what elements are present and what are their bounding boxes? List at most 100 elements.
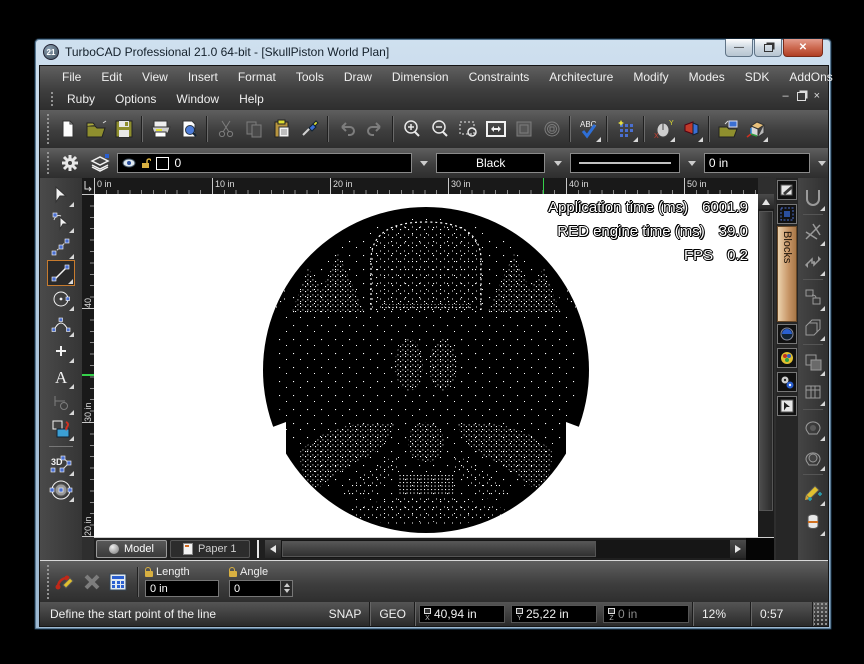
text-tool[interactable]: A — [47, 364, 75, 390]
snap-grid-icon[interactable] — [612, 115, 639, 143]
propbar-grip[interactable] — [46, 151, 50, 175]
snap-toggle[interactable]: SNAP — [321, 607, 370, 621]
linestyle-combo[interactable] — [570, 153, 680, 173]
extrude-tool[interactable] — [800, 312, 826, 342]
color-palette-icon[interactable] — [777, 348, 797, 368]
gears-icon[interactable] — [777, 372, 797, 392]
workplane-cube-icon[interactable] — [742, 115, 769, 143]
toolbar-grip[interactable] — [46, 113, 51, 145]
coordinate-mouse-icon[interactable]: YX — [649, 115, 676, 143]
paste-icon[interactable] — [268, 115, 295, 143]
vertical-scroll-thumb[interactable] — [759, 211, 773, 511]
dimension-tool[interactable] — [47, 390, 75, 416]
polyline-tool[interactable] — [47, 234, 75, 260]
menu-format[interactable]: Format — [228, 68, 286, 86]
horizontal-scroll-thumb[interactable] — [282, 541, 597, 557]
delete-disabled-icon[interactable] — [79, 569, 105, 595]
menu-edit[interactable]: Edit — [91, 68, 132, 86]
revolve-tool[interactable] — [800, 507, 826, 537]
render-globe-icon[interactable] — [777, 324, 797, 344]
gear-icon[interactable] — [58, 149, 82, 177]
select-tool[interactable] — [47, 182, 75, 208]
inspector-grip[interactable] — [46, 564, 51, 599]
close-button[interactable]: ✕ — [783, 39, 823, 57]
camera-view-icon[interactable] — [677, 115, 704, 143]
zoom-out-icon[interactable] — [426, 115, 453, 143]
y-coordinate-field[interactable]: Y 25,22 in — [511, 605, 597, 623]
menu-ruby[interactable]: Ruby — [57, 90, 105, 108]
menu-insert[interactable]: Insert — [178, 68, 228, 86]
angle-lock-icon[interactable] — [229, 571, 237, 577]
sphere-tool[interactable] — [47, 477, 75, 503]
menu-window[interactable]: Window — [166, 90, 229, 108]
layer-combo[interactable]: 0 — [117, 153, 411, 173]
linewidth-combo[interactable]: 0 in — [704, 153, 810, 173]
zoom-level[interactable]: 12% — [694, 607, 750, 621]
layers-icon[interactable] — [88, 149, 112, 177]
length-lock-icon[interactable] — [145, 571, 153, 577]
shell-tool[interactable] — [800, 412, 826, 442]
cut-icon[interactable] — [212, 115, 239, 143]
geo-toggle[interactable]: GEO — [371, 607, 414, 621]
spell-check-icon[interactable]: ABC — [575, 115, 602, 143]
color-combo[interactable]: Black — [436, 153, 545, 173]
resize-grip[interactable] — [814, 602, 828, 626]
ruler-origin-corner[interactable] — [82, 178, 94, 194]
arc-tool[interactable] — [47, 312, 75, 338]
length-input[interactable]: 0 in — [145, 580, 219, 597]
menu-tools[interactable]: Tools — [286, 68, 334, 86]
block-select-icon[interactable] — [777, 204, 797, 224]
calculator-table-icon[interactable] — [105, 569, 131, 595]
x-coordinate-field[interactable]: X 40,94 in — [419, 605, 505, 623]
scroll-up-icon[interactable] — [758, 194, 774, 209]
open-file-icon[interactable] — [82, 115, 109, 143]
menu-options[interactable]: Options — [105, 90, 166, 108]
facet-table-tool[interactable] — [800, 377, 826, 407]
print-preview-icon[interactable] — [175, 115, 202, 143]
menu-modify[interactable]: Modify — [623, 68, 678, 86]
menu-sdk[interactable]: SDK — [735, 68, 780, 86]
angle-spinner[interactable] — [281, 580, 293, 597]
angle-input[interactable]: 0 — [229, 580, 281, 597]
format-painter-icon[interactable] — [296, 115, 323, 143]
menu-architecture[interactable]: Architecture — [539, 68, 623, 86]
minimize-button[interactable]: — — [725, 39, 753, 57]
point-tool[interactable] — [47, 338, 75, 364]
menu-constraints[interactable]: Constraints — [459, 68, 540, 86]
menu-view[interactable]: View — [132, 68, 178, 86]
open-image-icon[interactable] — [714, 115, 741, 143]
menu-addons[interactable]: AddOns — [779, 68, 842, 86]
spinner-up-icon[interactable] — [284, 580, 290, 587]
menubar-grip-2[interactable] — [50, 91, 55, 107]
horizontal-scroll-track[interactable] — [281, 540, 731, 558]
spinner-down-icon[interactable] — [284, 589, 290, 596]
selector-panel-icon[interactable] — [777, 396, 797, 416]
previous-view-icon[interactable] — [510, 115, 537, 143]
3d-polyline-tool[interactable]: 3D — [47, 451, 75, 477]
sweep-tool[interactable] — [800, 442, 826, 472]
edit-pencil-tool[interactable] — [800, 477, 826, 507]
menu-dimension[interactable]: Dimension — [382, 68, 459, 86]
pick-fill-tool[interactable] — [47, 416, 75, 442]
restore-button[interactable] — [754, 39, 782, 57]
scroll-left-icon[interactable] — [265, 540, 281, 558]
horizontal-scrollbar[interactable] — [265, 540, 747, 558]
menu-file[interactable]: File — [52, 68, 91, 86]
scroll-right-icon[interactable] — [730, 540, 746, 558]
drawing-canvas[interactable]: Application time (ms)6001.9 RED engine t… — [94, 194, 758, 537]
blocks-palette-tab[interactable]: Blocks — [777, 226, 797, 322]
fillet-tool[interactable] — [800, 182, 826, 212]
title-bar[interactable]: 21 TurboCAD Professional 21.0 64-bit - [… — [35, 39, 831, 65]
aerial-view-icon[interactable] — [538, 115, 565, 143]
mdi-minimize-icon[interactable]: – — [782, 90, 788, 102]
redo-icon[interactable] — [361, 115, 388, 143]
edit-node-tool[interactable] — [47, 208, 75, 234]
tab-paper1[interactable]: Paper 1 — [170, 540, 250, 558]
print-icon[interactable] — [147, 115, 174, 143]
tab-model[interactable]: Model — [96, 540, 167, 558]
copy-entities-tool[interactable] — [800, 282, 826, 312]
copy-icon[interactable] — [240, 115, 267, 143]
layer-dropdown-arrow[interactable] — [418, 153, 430, 173]
undo-icon[interactable] — [333, 115, 360, 143]
mirror-tool[interactable] — [800, 247, 826, 277]
